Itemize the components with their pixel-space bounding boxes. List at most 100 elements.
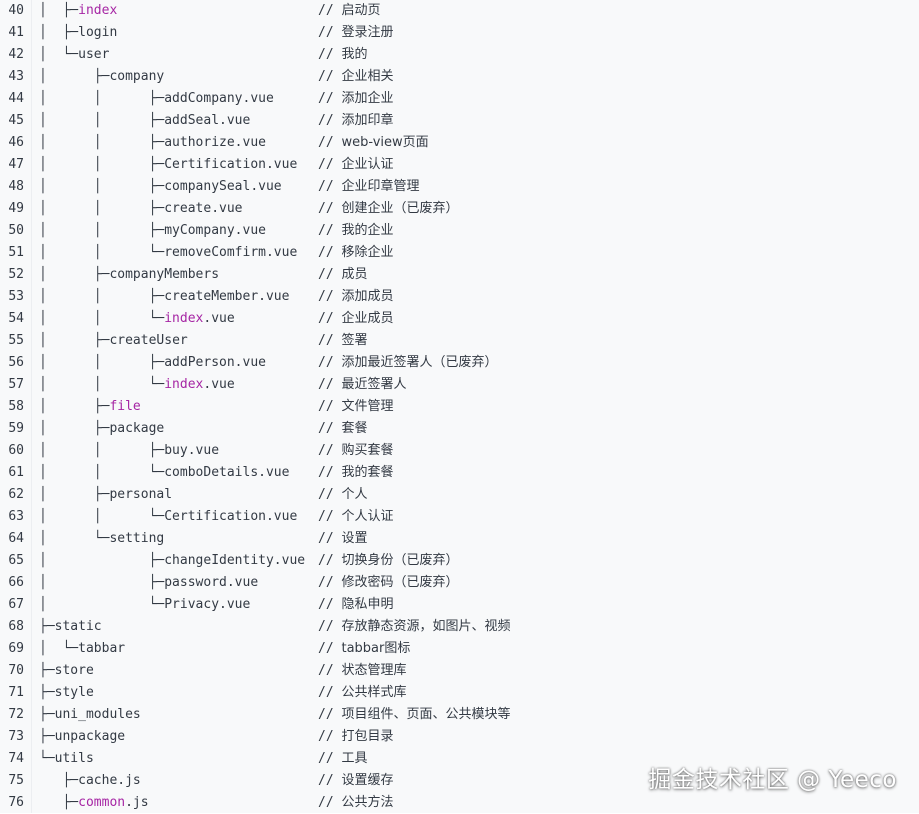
line-number: 70 (8, 663, 24, 678)
tree-entry: │ ├─personal (39, 484, 172, 506)
line-number: 75 (8, 773, 24, 788)
entry-name: company (109, 69, 165, 84)
comment: // 添加成员 (318, 286, 394, 308)
comment-marker: // (318, 223, 342, 238)
entry-name: changeIdentity.vue (164, 553, 306, 568)
tree-entry: ├─cache.js (39, 770, 140, 792)
entry-name: file (109, 399, 141, 414)
line-number: 41 (8, 25, 24, 40)
code-block: 40 │ ├─index// 启动页 41 │ ├─login// 登录注册 42 │ └… (0, 0, 919, 813)
comment-text: 套餐 (341, 421, 368, 436)
comment-marker: // (318, 69, 342, 84)
entry-name: myCompany.vue (164, 223, 266, 238)
tree-entry: ├─style (39, 682, 94, 704)
tree-entry: │ ├─index (39, 0, 117, 22)
line-number: 47 (8, 157, 24, 172)
line-number: 65 (8, 553, 24, 568)
tree-entry: │ │ ├─buy.vue (39, 440, 219, 462)
comment-marker: // (318, 3, 342, 18)
tree-entry: │ ├─companyMembers (39, 264, 219, 286)
tree-entry: ├─common.js (39, 792, 149, 814)
entry-name: common (78, 795, 126, 810)
comment: // web-view页面 (318, 132, 429, 154)
entry-extension: .vue (203, 311, 235, 326)
tree-branch: │ ├─ (39, 553, 165, 568)
line-number: 64 (8, 531, 24, 546)
tree-branch: │ │ └─ (39, 377, 165, 392)
tree-branch: ├─ (39, 663, 55, 678)
tree-entry: │ │ ├─addPerson.vue (39, 352, 266, 374)
comment: // 添加最近签署人（已废弃） (318, 352, 498, 374)
comment-text: 项目组件、页面、公共模块等 (341, 707, 511, 722)
tree-branch: │ │ ├─ (39, 355, 165, 370)
comment-marker: // (318, 597, 342, 612)
comment: // 公共样式库 (318, 682, 407, 704)
line-number: 40 (8, 3, 24, 18)
comment: // 打包目录 (318, 726, 394, 748)
line-number: 66 (8, 575, 24, 590)
line-number: 61 (8, 465, 24, 480)
entry-name: unpackage (54, 729, 126, 744)
comment-marker: // (318, 663, 342, 678)
comment: // 企业印章管理 (318, 176, 420, 198)
code-line: 42 │ └─user // 我的 (0, 44, 919, 66)
code-line: 51 │ │ └─removeComfirm.vue // 移除企业 (0, 242, 919, 264)
comment-marker: // (318, 619, 342, 634)
entry-name: static (54, 619, 102, 634)
tree-branch: ├─ (39, 795, 79, 810)
comment-text: 启动页 (341, 3, 381, 18)
comment-text: 企业成员 (341, 311, 394, 326)
comment-text: 成员 (341, 267, 368, 282)
comment-text: 签署 (341, 333, 368, 348)
tree-entry: ├─store (39, 660, 94, 682)
entry-name: password.vue (164, 575, 259, 590)
code-lines: 40 │ ├─index// 启动页 41 │ ├─login// 登录注册 42 │ └… (0, 0, 919, 814)
comment: // 隐私申明 (318, 594, 394, 616)
comment-text: 设置缓存 (341, 773, 394, 788)
tree-branch: │ ├─ (39, 3, 79, 18)
line-number: 51 (8, 245, 24, 260)
code-line: 58 │ ├─file // 文件管理 (0, 396, 919, 418)
tree-branch: │ │ └─ (39, 245, 165, 260)
tree-branch: │ │ ├─ (39, 201, 165, 216)
entry-extension: .js (125, 795, 149, 810)
tree-entry: │ ├─login (39, 22, 117, 44)
comment-text: 个人 (341, 487, 368, 502)
tree-branch: │ └─ (39, 597, 165, 612)
comment: // 我的套餐 (318, 462, 394, 484)
entry-name: index (164, 377, 204, 392)
comment-marker: // (318, 399, 342, 414)
entry-name: Certification.vue (164, 157, 298, 172)
tree-branch: └─ (39, 751, 55, 766)
comment-marker: // (318, 553, 342, 568)
line-number: 43 (8, 69, 24, 84)
code-line: 56 │ │ ├─addPerson.vue // 添加最近签署人（已废弃） (0, 352, 919, 374)
entry-name: companyMembers (109, 267, 220, 282)
tree-branch: ├─ (39, 707, 55, 722)
line-number: 53 (8, 289, 24, 304)
entry-name: utils (54, 751, 94, 766)
code-line: 66 │ ├─password.vue // 修改密码（已废弃） (0, 572, 919, 594)
code-line: 46 │ │ ├─authorize.vue // web-view页面 (0, 132, 919, 154)
comment: // 工具 (318, 748, 368, 770)
comment-marker: // (318, 47, 342, 62)
entry-name: login (78, 25, 118, 40)
tree-branch: │ ├─ (39, 333, 110, 348)
tree-branch: │ │ ├─ (39, 289, 165, 304)
tree-branch: │ │ ├─ (39, 223, 165, 238)
line-number: 54 (8, 311, 24, 326)
code-line: 43 │ ├─company // 企业相关 (0, 66, 919, 88)
code-line: 65 │ ├─changeIdentity.vue // 切换身份（已废弃） (0, 550, 919, 572)
tree-entry: │ │ ├─addCompany.vue (39, 88, 274, 110)
comment-text: 企业相关 (341, 69, 394, 84)
entry-name: index (78, 3, 118, 18)
comment-text: 添加成员 (341, 289, 394, 304)
tree-branch: │ │ ├─ (39, 157, 165, 172)
comment-marker: // (318, 575, 342, 590)
tree-entry: │ │ └─index.vue (39, 374, 235, 396)
line-number: 63 (8, 509, 24, 524)
code-line: 68 ├─static // 存放静态资源，如图片、视频 (0, 616, 919, 638)
tree-branch: ├─ (39, 685, 55, 700)
tree-entry: ├─static (39, 616, 102, 638)
comment: // 设置 (318, 528, 368, 550)
